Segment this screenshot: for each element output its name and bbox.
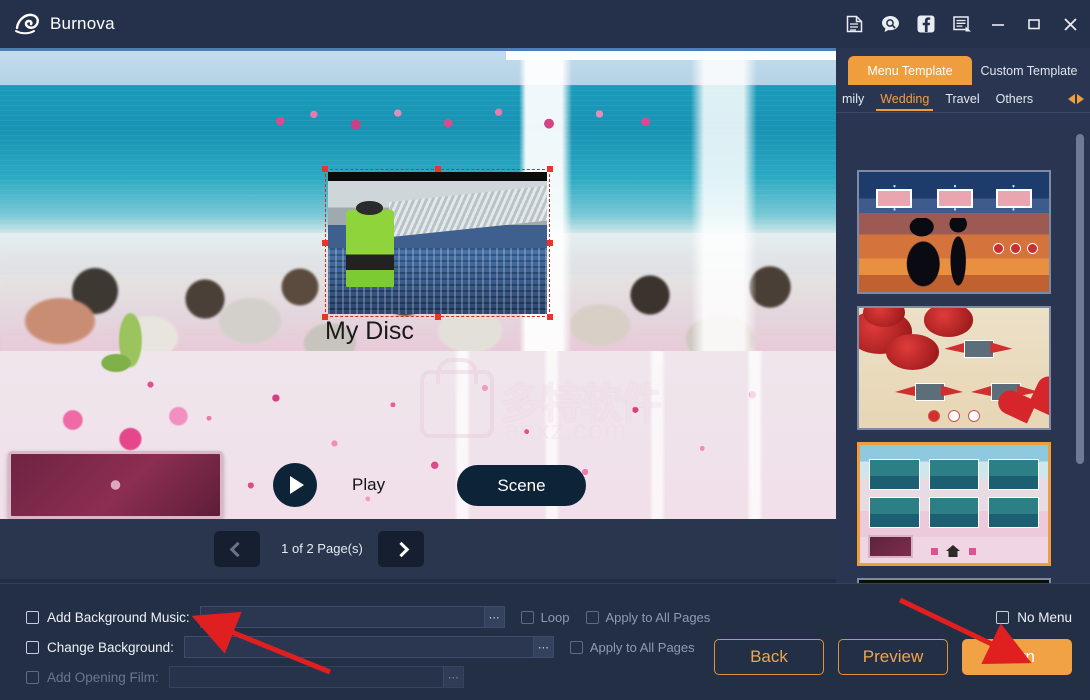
category-others[interactable]: Others [988,92,1042,106]
template-item-beach-wedding[interactable] [857,442,1051,566]
video-overlay-bar: MUSON PLAYER 播放 4:05 画质 480P 字幕 中 · 线路1 … [328,172,547,181]
template-item-red-roses[interactable] [857,306,1051,430]
tab-custom-template[interactable]: Custom Template [972,56,1086,85]
add-opening-film-checkbox[interactable] [26,670,39,684]
action-buttons: Back Preview Burn [714,639,1072,675]
background-apply-all-label: Apply to All Pages [589,639,695,655]
loop-label: Loop [540,609,570,625]
no-menu-checkbox[interactable] [996,611,1010,624]
menu-preview-canvas[interactable]: 多特软件 anxz.com MUSON PLAYER 播放 4:05 画质 48… [0,51,836,519]
loop-checkbox[interactable] [520,610,534,624]
triangle-right-icon[interactable] [1077,93,1084,104]
ellipsis-icon-background[interactable]: ⋯ [532,637,553,657]
background-apply-all-checkbox[interactable] [569,640,583,654]
previous-page-button[interactable] [214,531,260,567]
preview-button[interactable]: Preview [838,639,948,675]
template-list-scrollbar[interactable] [1076,134,1084,464]
titlebar-buttons [844,0,1080,48]
ellipsis-icon-music[interactable]: ⋯ [483,607,504,627]
no-menu-option: No Menu [996,610,1072,625]
change-background-row: Change Background: ⋯ Apply to All Pages [26,636,695,658]
add-background-music-field[interactable]: ⋯ [199,606,505,628]
video-overlay-items: 播放 4:05 画质 480P 字幕 中 · 线路1 倍速 高清 清晰 480P [378,175,477,179]
chat-bubble-icon[interactable] [880,14,900,34]
add-opening-film-label: Add Opening Film: [47,669,159,685]
resize-handle-w[interactable] [322,240,328,246]
category-bar: mily Wedding Travel Others [836,85,1090,113]
play-icon [290,476,304,494]
ellipsis-icon-opening-film[interactable]: ⋯ [442,667,463,687]
scene-button[interactable]: Scene [457,465,586,506]
resize-handle-n[interactable] [435,166,441,172]
template-panel: Menu Template Custom Template mily Weddi… [836,48,1090,583]
burn-button[interactable]: Burn [962,639,1072,675]
template-tabs: Menu Template Custom Template [836,56,1090,85]
chevron-left-icon [229,541,245,557]
change-background-label: Change Background: [47,639,174,655]
player-logo-icon [331,174,342,180]
document-icon[interactable] [844,14,864,34]
play-button[interactable] [273,463,317,507]
background-apply-all-option: Apply to All Pages [569,639,695,655]
resize-handle-nw[interactable] [322,166,328,172]
resize-handle-ne[interactable] [547,166,553,172]
burnova-swirl-logo-icon [14,11,40,37]
template-item-sunset-couple[interactable] [857,170,1051,294]
disc-title-text[interactable]: My Disc [325,317,565,346]
triangle-left-icon[interactable] [1068,93,1075,104]
video-thumbnail-frame: MUSON PLAYER 播放 4:05 画质 480P 字幕 中 · 线路1 … [328,172,547,314]
music-apply-all-option: Apply to All Pages [585,609,711,625]
category-family[interactable]: mily [836,92,872,106]
add-background-music-checkbox[interactable] [26,610,39,624]
minimize-icon[interactable] [988,14,1008,34]
tab-menu-template[interactable]: Menu Template [848,56,972,85]
resize-handle-e[interactable] [547,240,553,246]
video-overlay-brand: MUSON PLAYER [345,174,376,179]
chevron-right-icon [393,541,409,557]
play-label[interactable]: Play [352,475,385,495]
add-background-music-label: Add Background Music: [47,609,190,625]
add-background-music-row: Add Background Music: ⋯ Loop Apply to Al… [26,606,710,628]
add-opening-film-field[interactable]: ⋯ [168,666,464,688]
burnova-window: Burnova 多特软件 anxz.com MUSON PLAYER 播放 4:… [0,0,1090,700]
pager-bar: 1 of 2 Page(s) Save As Custom Template [0,519,836,579]
music-apply-all-label: Apply to All Pages [605,609,711,625]
template-list[interactable] [836,114,1090,583]
facebook-icon[interactable] [916,14,936,34]
close-icon[interactable] [1060,14,1080,34]
page-indicator: 1 of 2 Page(s) [281,541,363,556]
music-apply-all-checkbox[interactable] [585,610,599,624]
change-background-checkbox[interactable] [26,640,39,654]
category-wedding[interactable]: Wedding [872,92,937,111]
app-title: Burnova [50,14,115,33]
loop-option: Loop [520,609,570,625]
change-background-field[interactable]: ⋯ [183,636,554,658]
category-travel[interactable]: Travel [937,92,987,106]
app-logo: Burnova [0,11,115,37]
maximize-icon[interactable] [1024,14,1044,34]
bottom-options-bar: Add Background Music: ⋯ Loop Apply to Al… [0,583,1090,700]
add-opening-film-row: Add Opening Film: ⋯ [26,666,464,688]
back-button[interactable]: Back [714,639,824,675]
title-bar: Burnova [0,0,1090,48]
no-menu-label: No Menu [1017,610,1072,625]
menu-video-thumbnail[interactable]: MUSON PLAYER 播放 4:05 画质 480P 字幕 中 · 线路1 … [322,166,553,320]
category-scroll-arrows[interactable] [1068,93,1090,104]
next-page-button[interactable] [378,531,424,567]
register-list-icon[interactable] [952,14,972,34]
